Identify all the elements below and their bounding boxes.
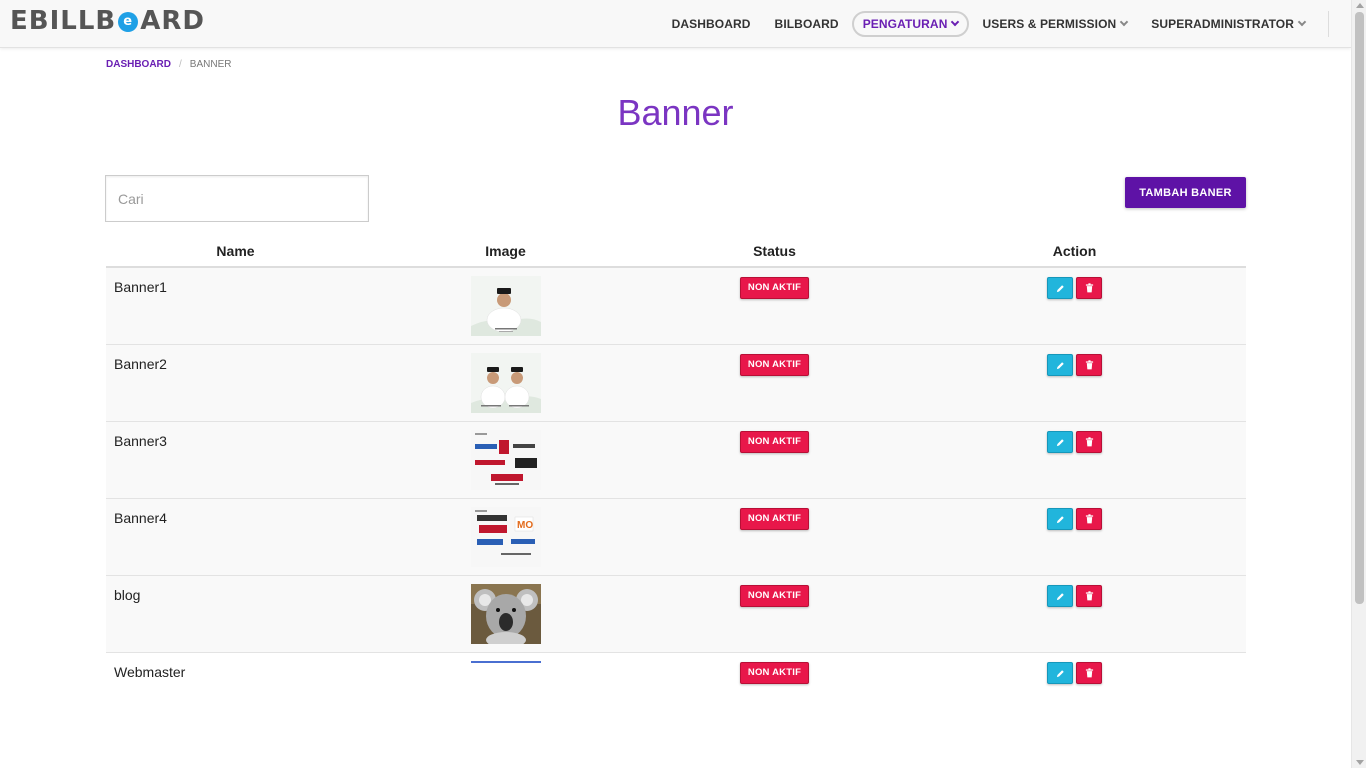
delete-button[interactable] (1076, 354, 1102, 376)
media-logos-thumbnail: MO (470, 507, 541, 567)
logo-text-right: ARD (140, 6, 205, 36)
breadcrumb-separator: / (179, 59, 182, 70)
nav-dashboard[interactable]: DASHBOARD (661, 11, 762, 37)
status-badge[interactable]: NON AKTIF (739, 585, 810, 607)
pencil-icon (1056, 438, 1064, 446)
header-image: Image (485, 243, 526, 259)
double-portrait-thumbnail (470, 353, 541, 413)
row-name: Banner2 (114, 356, 167, 372)
search-input[interactable] (105, 175, 369, 222)
trash-icon (1085, 283, 1093, 293)
status-badge[interactable]: NON AKTIF (739, 354, 810, 376)
svg-text:MO: MO (517, 520, 533, 531)
page-title: Banner (617, 92, 734, 133)
trash-icon (1085, 591, 1093, 601)
scrollbar-thumb[interactable] (1355, 12, 1364, 604)
table-row: Banner4 MO NON AKTIF (106, 499, 1246, 576)
nav-pengaturan[interactable]: PENGATURAN (851, 11, 970, 37)
edit-button[interactable] (1047, 277, 1073, 299)
delete-button[interactable] (1076, 508, 1102, 530)
trash-icon (1085, 437, 1093, 447)
trash-icon (1085, 514, 1093, 524)
pencil-icon (1056, 515, 1064, 523)
edit-button[interactable] (1047, 585, 1073, 607)
header-name: Name (216, 243, 255, 259)
table-row: Banner1 NON AKTIF (106, 268, 1246, 345)
status-badge[interactable]: NON AKTIF (739, 662, 810, 684)
nav-divider (1328, 11, 1329, 37)
status-badge[interactable]: NON AKTIF (739, 431, 810, 453)
pencil-icon (1056, 592, 1064, 600)
add-banner-button[interactable]: TAMBAH BANER (1125, 177, 1246, 208)
partially-loaded-thumbnail (470, 661, 541, 663)
page-scrollbar[interactable] (1351, 0, 1366, 768)
edit-button[interactable] (1047, 508, 1073, 530)
logo-mark-icon: e (118, 12, 139, 32)
nav-dashboard-label: DASHBOARD (671, 17, 751, 31)
scroll-up-arrow-icon[interactable] (1356, 3, 1364, 8)
table-row: Banner3 NON AKTIF (106, 422, 1246, 499)
logo-text-left: EBILLB (10, 6, 117, 36)
status-badge[interactable]: NON AKTIF (739, 277, 810, 299)
row-name: Banner4 (114, 510, 167, 526)
trash-icon (1085, 668, 1093, 678)
breadcrumb: DASHBOARD / BANNER (106, 59, 231, 70)
trash-icon (1085, 360, 1093, 370)
app-logo[interactable]: EBILLB e ARD (10, 6, 205, 36)
pencil-icon (1056, 284, 1064, 292)
status-badge[interactable]: NON AKTIF (739, 508, 810, 530)
row-name: Banner1 (114, 279, 167, 295)
chevron-down-icon (1297, 17, 1307, 27)
edit-button[interactable] (1047, 431, 1073, 453)
table-row: Webmaster NON AKTIF (106, 653, 1246, 730)
header-action: Action (1052, 243, 1097, 259)
breadcrumb-home-link[interactable]: DASHBOARD (106, 59, 171, 70)
delete-button[interactable] (1076, 277, 1102, 299)
koala-photo-thumbnail (470, 584, 541, 644)
nav-users-permission[interactable]: USERS & PERMISSION (971, 11, 1138, 37)
table-row: blog NON AKTIF (106, 576, 1246, 653)
edit-button[interactable] (1047, 354, 1073, 376)
main-nav: DASHBOARD BILBOARD PENGATURAN USERS & PE… (659, 0, 1329, 48)
row-name: Webmaster (114, 664, 186, 680)
row-name: Banner3 (114, 433, 167, 449)
banner-table: Name Image Status Action Banner1 NON AKT… (106, 236, 1246, 730)
chevron-down-icon (1120, 17, 1129, 27)
top-navbar: EBILLB e ARD DASHBOARD BILBOARD PENGATURAN… (0, 0, 1351, 48)
nav-superadministrator[interactable]: SUPERADMINISTRATOR (1140, 11, 1316, 37)
edit-button[interactable] (1047, 662, 1073, 684)
nav-users-permission-label: USERS & PERMISSION (982, 17, 1117, 31)
table-header: Name Image Status Action (106, 236, 1246, 268)
pencil-icon (1056, 669, 1064, 677)
delete-button[interactable] (1076, 585, 1102, 607)
delete-button[interactable] (1076, 431, 1102, 453)
nav-bilboard[interactable]: BILBOARD (764, 11, 850, 37)
pencil-icon (1056, 361, 1064, 369)
media-logos-thumbnail (470, 430, 541, 490)
scroll-down-arrow-icon[interactable] (1356, 760, 1364, 765)
table-row: Banner2 NON AKTIF (106, 345, 1246, 422)
single-portrait-thumbnail (470, 276, 541, 336)
nav-superadministrator-label: SUPERADMINISTRATOR (1151, 17, 1294, 31)
delete-button[interactable] (1076, 662, 1102, 684)
chevron-down-icon (951, 17, 960, 27)
breadcrumb-current: BANNER (189, 59, 232, 70)
header-status: Status (753, 243, 796, 259)
nav-bilboard-label: BILBOARD (774, 17, 839, 31)
row-name: blog (114, 587, 141, 603)
nav-pengaturan-label: PENGATURAN (862, 17, 948, 31)
